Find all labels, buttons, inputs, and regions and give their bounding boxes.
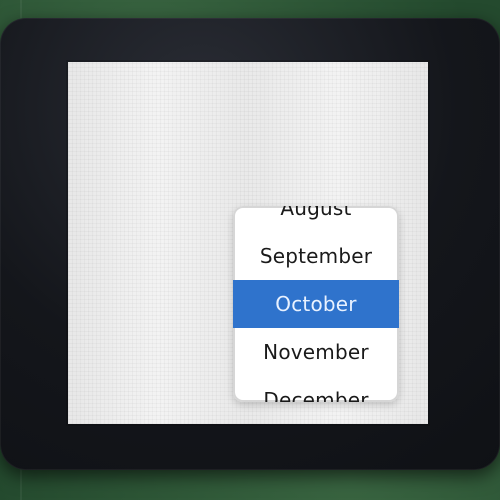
month-option-december[interactable]: December	[233, 376, 399, 402]
month-option-september[interactable]: September	[233, 232, 399, 280]
device-screen: August September October November Decemb…	[68, 62, 428, 424]
month-roller[interactable]: August September October November Decemb…	[233, 206, 399, 402]
month-roller-list: August September October November Decemb…	[233, 206, 399, 402]
month-option-label: November	[263, 340, 369, 364]
month-option-label: October	[275, 292, 357, 316]
month-option-august[interactable]: August	[233, 206, 399, 232]
month-option-october-selected[interactable]: October	[233, 280, 399, 328]
month-option-label: September	[259, 244, 373, 268]
month-option-label: August	[280, 206, 352, 220]
month-option-november[interactable]: November	[233, 328, 399, 376]
month-option-label: December	[263, 388, 369, 402]
